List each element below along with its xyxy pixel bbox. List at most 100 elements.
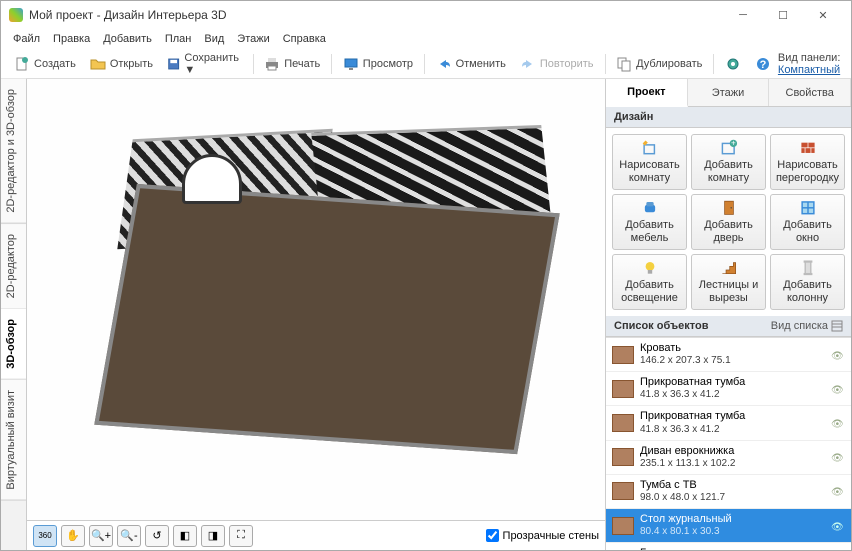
- stairs-button[interactable]: Лестницы и вырезы: [691, 254, 766, 310]
- 3d-viewport[interactable]: [27, 79, 605, 520]
- duplicate-icon: [616, 56, 632, 72]
- object-list-item[interactable]: Тумба с ТВ98.0 x 48.0 x 121.7: [606, 475, 851, 509]
- zoom-out-tool[interactable]: 🔍-: [117, 525, 141, 547]
- pan-tool[interactable]: ✋: [61, 525, 85, 547]
- camera-left-tool[interactable]: ◧: [173, 525, 197, 547]
- list-view-label: Вид списка: [771, 320, 828, 332]
- visibility-eye-icon[interactable]: [831, 521, 845, 531]
- print-label: Печать: [284, 58, 320, 70]
- maximize-button[interactable]: ☐: [763, 2, 803, 28]
- object-name: Прикроватная тумба: [640, 376, 825, 389]
- transparent-walls-input[interactable]: [486, 529, 499, 542]
- objects-list[interactable]: Кровать146.2 x 207.3 x 75.1 Прикроватная …: [606, 337, 851, 550]
- rotate-360-label: 360: [38, 531, 51, 540]
- close-button[interactable]: ✕: [803, 2, 843, 28]
- add-room-button[interactable]: + Добавить комнату: [691, 134, 766, 190]
- door-icon: [718, 199, 740, 217]
- panel-mode: Вид панели: Компактный: [778, 52, 845, 76]
- add-furniture-button[interactable]: Добавить мебель: [612, 194, 687, 250]
- camera-right-tool[interactable]: ◨: [201, 525, 225, 547]
- object-name: Стол журнальный: [640, 513, 825, 526]
- save-label: Сохранить ▼: [184, 52, 241, 76]
- object-text: Газовая плита51.0 x 62.1 x 86.0: [640, 547, 825, 550]
- menu-floors[interactable]: Этажи: [231, 31, 275, 47]
- help-button[interactable]: ?: [748, 53, 778, 75]
- add-lighting-button[interactable]: Добавить освещение: [612, 254, 687, 310]
- open-label: Открыть: [110, 58, 153, 70]
- main-toolbar: Создать Открыть Сохранить ▼ Печать Просм…: [1, 49, 851, 79]
- left-view-tabs: 2D-редактор и 3D-обзор 2D-редактор 3D-об…: [1, 79, 27, 550]
- rotate-360-tool[interactable]: 360: [33, 525, 57, 547]
- list-icon: [831, 320, 843, 332]
- column-icon: [797, 259, 819, 277]
- fit-view-tool[interactable]: ⛶: [229, 525, 253, 547]
- transparent-walls-checkbox[interactable]: Прозрачные стены: [486, 529, 599, 542]
- menu-edit[interactable]: Правка: [47, 31, 96, 47]
- list-view-toggle[interactable]: Вид списка: [771, 320, 843, 332]
- preview-button[interactable]: Просмотр: [336, 53, 420, 75]
- menu-view[interactable]: Вид: [198, 31, 230, 47]
- visibility-eye-icon[interactable]: [831, 350, 845, 360]
- object-list-item[interactable]: Кровать146.2 x 207.3 x 75.1: [606, 338, 851, 372]
- visibility-eye-icon[interactable]: [831, 418, 845, 428]
- object-thumbnail: [612, 517, 634, 535]
- viewport-toolbar: 360 ✋ 🔍+ 🔍- ↺ ◧ ◨ ⛶ Прозрачные стены: [27, 520, 605, 550]
- add-room-label: Добавить комнату: [694, 159, 763, 185]
- visibility-eye-icon[interactable]: [831, 384, 845, 394]
- redo-button[interactable]: Повторить: [513, 53, 601, 75]
- create-label: Создать: [34, 58, 76, 70]
- undo-label: Отменить: [456, 58, 506, 70]
- object-name: Диван еврокнижка: [640, 445, 825, 458]
- object-list-item[interactable]: Прикроватная тумба41.8 x 36.3 x 41.2: [606, 372, 851, 406]
- menu-file[interactable]: Файл: [7, 31, 46, 47]
- minimize-button[interactable]: ─: [723, 2, 763, 28]
- menu-help[interactable]: Справка: [277, 31, 332, 47]
- draw-partition-label: Нарисовать перегородку: [773, 159, 842, 185]
- object-list-item[interactable]: Прикроватная тумба41.8 x 36.3 x 41.2: [606, 406, 851, 440]
- svg-text:+: +: [731, 139, 736, 148]
- object-name: Прикроватная тумба: [640, 410, 825, 423]
- brick-wall-icon: [797, 139, 819, 157]
- draw-room-button[interactable]: Нарисовать комнату: [612, 134, 687, 190]
- menu-add[interactable]: Добавить: [97, 31, 158, 47]
- visibility-eye-icon[interactable]: [831, 486, 845, 496]
- stairs-label: Лестницы и вырезы: [694, 279, 763, 305]
- duplicate-button[interactable]: Дублировать: [609, 53, 709, 75]
- panel-mode-link[interactable]: Компактный: [778, 64, 840, 76]
- tab-floors[interactable]: Этажи: [688, 79, 770, 106]
- object-text: Прикроватная тумба41.8 x 36.3 x 41.2: [640, 376, 825, 401]
- add-column-button[interactable]: Добавить колонну: [770, 254, 845, 310]
- save-button[interactable]: Сохранить ▼: [160, 49, 249, 79]
- tab-2d[interactable]: 2D-редактор: [1, 224, 26, 309]
- object-dimensions: 80.4 x 80.1 x 30.3: [640, 526, 825, 538]
- add-door-button[interactable]: Добавить дверь: [691, 194, 766, 250]
- tab-3d[interactable]: 3D-обзор: [1, 309, 26, 380]
- undo-button[interactable]: Отменить: [429, 53, 513, 75]
- print-button[interactable]: Печать: [257, 53, 327, 75]
- draw-partition-button[interactable]: Нарисовать перегородку: [770, 134, 845, 190]
- object-name: Газовая плита: [640, 547, 825, 550]
- object-list-item[interactable]: Стол журнальный80.4 x 80.1 x 30.3: [606, 509, 851, 543]
- zoom-in-tool[interactable]: 🔍+: [89, 525, 113, 547]
- design-section-header: Дизайн: [606, 107, 851, 128]
- tab-virtual[interactable]: Виртуальный визит: [1, 380, 26, 501]
- open-button[interactable]: Открыть: [83, 53, 160, 75]
- tab-properties[interactable]: Свойства: [769, 79, 851, 106]
- panel-mode-label: Вид панели:: [778, 52, 840, 64]
- object-list-item[interactable]: Диван еврокнижка235.1 x 113.1 x 102.2: [606, 441, 851, 475]
- reset-view-tool[interactable]: ↺: [145, 525, 169, 547]
- tab-project[interactable]: Проект: [606, 79, 688, 107]
- visibility-eye-icon[interactable]: [831, 452, 845, 462]
- object-list-item[interactable]: Газовая плита51.0 x 62.1 x 86.0: [606, 543, 851, 550]
- stairs-icon: [718, 259, 740, 277]
- tab-2d-3d[interactable]: 2D-редактор и 3D-обзор: [1, 79, 26, 224]
- printer-icon: [264, 56, 280, 72]
- draw-room-label: Нарисовать комнату: [615, 159, 684, 185]
- settings-button[interactable]: [718, 53, 748, 75]
- menu-plan[interactable]: План: [159, 31, 198, 47]
- object-thumbnail: [612, 448, 634, 466]
- preview-label: Просмотр: [363, 58, 413, 70]
- create-button[interactable]: Создать: [7, 53, 83, 75]
- add-window-button[interactable]: Добавить окно: [770, 194, 845, 250]
- room-3d-model: [57, 99, 587, 499]
